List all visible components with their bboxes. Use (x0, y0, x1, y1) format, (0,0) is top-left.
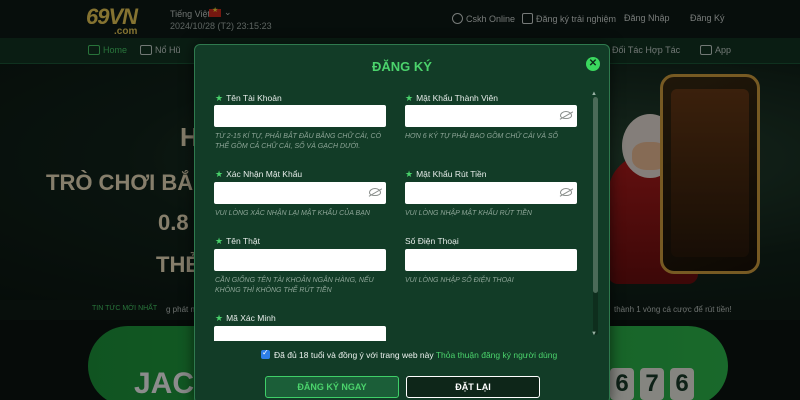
register-modal: ĐĂNG KÝ ✕ ★ Tên Tài Khoản Từ 2-15 kí tự, … (194, 44, 610, 400)
required-star-icon: ★ (215, 236, 224, 246)
scroll-down-icon[interactable]: ▼ (591, 331, 597, 337)
confirm-password-hint: Vui lòng xác nhận lại mật khẩu của bạn (215, 210, 370, 217)
username-label: ★ Tên Tài Khoản (215, 93, 282, 103)
withdraw-password-hint: Vui lòng nhập mật khẩu rút tiền (405, 210, 532, 217)
scrollbar-thumb[interactable] (593, 97, 598, 293)
close-button[interactable]: ✕ (586, 57, 600, 71)
reset-button[interactable]: ĐẶT LẠI (406, 376, 540, 398)
withdraw-password-label: ★ Mật Khẩu Rút Tiền (405, 169, 487, 179)
eye-slash-icon[interactable] (369, 188, 381, 196)
required-star-icon: ★ (405, 169, 414, 179)
register-form: ★ Tên Tài Khoản Từ 2-15 kí tự, phải bắt đ… (195, 89, 603, 341)
required-star-icon: ★ (405, 93, 414, 103)
required-star-icon: ★ (215, 313, 224, 323)
required-star-icon: ★ (215, 169, 224, 179)
phone-hint: Vui lòng nhập số điện thoại (405, 277, 514, 284)
username-hint: Từ 2-15 kí tự, phải bắt đầu bằng chữ cái… (215, 133, 382, 150)
username-input[interactable] (214, 105, 386, 127)
captcha-label: ★ Mã Xác Minh (215, 313, 276, 323)
real-name-hint: Cần giống tên tài khoản ngân hàng, nếu k… (215, 277, 374, 294)
confirm-password-input[interactable] (214, 182, 386, 204)
password-hint: Hơn 6 ký tự phải bao gồm chữ cái và số (405, 133, 558, 140)
modal-title: ĐĂNG KÝ (372, 59, 432, 74)
terms-agreement: Đã đủ 18 tuổi và đồng ý với trang web nà… (261, 348, 557, 360)
agree-checkbox[interactable] (261, 348, 270, 359)
eye-slash-icon[interactable] (560, 111, 572, 119)
confirm-password-label: ★ Xác Nhận Mật Khẩu (215, 169, 303, 179)
phone-label: Số Điện Thoại (405, 236, 459, 246)
form-scrollbar[interactable] (593, 97, 598, 335)
withdraw-password-input[interactable] (405, 182, 577, 204)
captcha-input[interactable] (214, 326, 386, 341)
phone-input[interactable] (405, 249, 577, 271)
eye-slash-icon[interactable] (560, 188, 572, 196)
agree-text: Đã đủ 18 tuổi và đồng ý với trang web nà… (274, 350, 434, 360)
terms-link[interactable]: Thỏa thuận đăng ký người dùng (436, 350, 557, 360)
real-name-label: ★ Tên Thật (215, 236, 260, 246)
password-label: ★ Mật Khẩu Thành Viên (405, 93, 498, 103)
real-name-input[interactable] (214, 249, 386, 271)
register-now-button[interactable]: ĐĂNG KÝ NGAY (265, 376, 399, 398)
password-input[interactable] (405, 105, 577, 127)
required-star-icon: ★ (215, 93, 224, 103)
